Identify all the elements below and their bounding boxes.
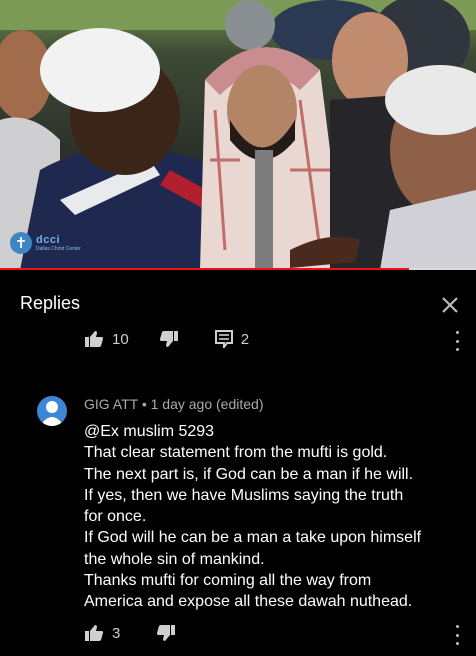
like-button[interactable]: 10: [84, 330, 129, 348]
video-player[interactable]: ✝ dcci Dallas Christ Center: [0, 0, 476, 270]
cross-icon: ✝: [10, 232, 32, 254]
video-progress-bar[interactable]: [0, 268, 476, 270]
reply-button[interactable]: 2: [214, 330, 250, 348]
comment-line: If yes, then we have Muslims saying the …: [84, 486, 404, 504]
comment-line: That clear statement from the mufti is g…: [84, 444, 388, 462]
like-count: 10: [112, 330, 129, 348]
like-button[interactable]: 3: [84, 624, 120, 642]
comment-icon: [214, 330, 233, 348]
comment-line: If God will he can be a man a take upon …: [84, 529, 422, 547]
reply-comment-actions: 3: [84, 624, 176, 642]
dislike-button[interactable]: [156, 624, 176, 642]
comment-line: for once.: [84, 508, 147, 526]
comment-author[interactable]: GIG ATT: [84, 396, 138, 412]
meta-separator: •: [141, 396, 147, 412]
replies-header: Replies: [0, 271, 476, 329]
thumbs-down-icon: [157, 625, 176, 641]
more-options-button[interactable]: [451, 331, 463, 351]
video-frame: [0, 0, 476, 270]
comment-text: @Ex muslim 5293 That clear statement fro…: [84, 421, 464, 613]
replies-title: Replies: [20, 293, 81, 313]
watermark-text: dcci: [36, 233, 61, 246]
avatar[interactable]: [37, 396, 67, 426]
watermark-subtext: Dallas Christ Center: [36, 245, 81, 252]
more-vert-icon: [455, 625, 459, 628]
comment-time: 1 day ago (edited): [150, 396, 264, 412]
thumbs-down-icon: [159, 331, 178, 347]
comment-line: The next part is, if God can be a man if…: [84, 465, 414, 483]
dislike-button[interactable]: [159, 330, 179, 348]
parent-comment-actions: 10 2: [84, 330, 249, 348]
reply-count: 2: [240, 330, 250, 348]
video-progress-fill: [0, 268, 410, 270]
comment-meta: GIG ATT • 1 day ago (edited): [84, 396, 263, 412]
channel-watermark: ✝ dcci Dallas Christ Center: [10, 232, 81, 254]
comment-line: @Ex muslim 5293: [84, 423, 215, 440]
like-count: 3: [112, 624, 121, 642]
more-options-button[interactable]: [451, 625, 463, 645]
thumbs-up-icon: [85, 331, 103, 347]
comment-line: America and expose all these dawah nuthe…: [84, 593, 413, 611]
comment-line: Thanks mufti for coming all the way from: [84, 572, 372, 590]
close-button[interactable]: [436, 291, 464, 319]
close-icon: [442, 297, 458, 313]
user-icon: [40, 401, 64, 426]
more-vert-icon: [455, 331, 459, 334]
comment-line: the whole sin of mankind.: [84, 550, 265, 568]
thumbs-up-icon: [85, 625, 103, 641]
